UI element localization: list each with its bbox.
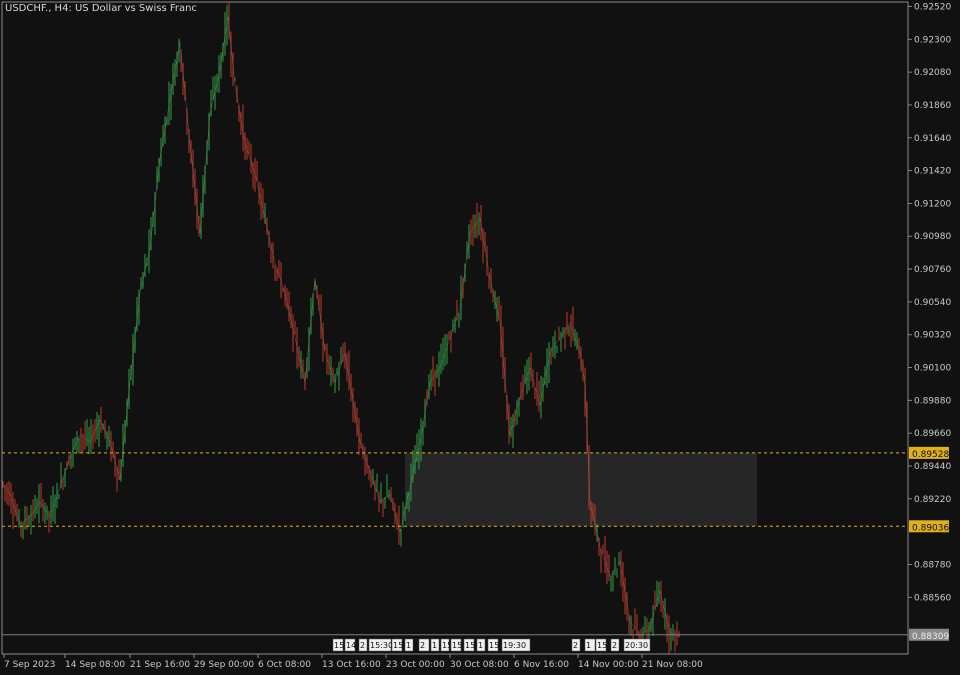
event-marker-label: 15 bbox=[465, 641, 475, 650]
x-tick-label: 29 Sep 00:00 bbox=[194, 660, 254, 670]
y-tick-label: 0.90100 bbox=[914, 364, 951, 374]
level-label: 0.89036 bbox=[912, 523, 949, 533]
event-marker-label: 2 bbox=[360, 641, 365, 650]
price-line bbox=[0, 16, 681, 637]
x-tick-label: 13 Oct 16:00 bbox=[322, 660, 381, 670]
x-tick-label: 23 Oct 00:00 bbox=[386, 660, 445, 670]
event-marker-label: 2 bbox=[612, 641, 617, 650]
x-tick-label: 14 Sep 08:00 bbox=[65, 660, 125, 670]
event-marker-label: 2 bbox=[573, 641, 578, 650]
event-marker-label: 1 bbox=[478, 641, 483, 650]
x-tick-label: 14 Nov 00:00 bbox=[578, 660, 639, 670]
x-tick-label: 30 Oct 08:00 bbox=[450, 660, 509, 670]
y-tick-label: 0.89880 bbox=[914, 396, 951, 406]
x-tick-label: 7 Sep 2023 bbox=[4, 660, 55, 670]
event-marker-label: 15 bbox=[442, 641, 452, 650]
event-marker-label: 1 bbox=[586, 641, 591, 650]
y-tick-label: 0.89660 bbox=[914, 429, 951, 439]
x-tick-label: 21 Sep 16:00 bbox=[130, 660, 190, 670]
price-chart[interactable]: 0.89528 0.89036 0.88309 0.92520 0.92300 0.920… bbox=[0, 0, 960, 675]
y-tick-label: 0.92300 bbox=[914, 35, 951, 45]
level-label: 0.89528 bbox=[912, 450, 949, 460]
y-tick-label: 0.91640 bbox=[914, 134, 951, 144]
event-marker-label: 20:30 bbox=[625, 641, 648, 650]
y-tick-label: 0.90760 bbox=[914, 265, 951, 275]
x-tick-label: 21 Nov 08:00 bbox=[642, 660, 703, 670]
y-tick-label: 0.90980 bbox=[914, 232, 951, 242]
event-marker-label: 15 bbox=[489, 641, 499, 650]
event-marker-label: 15 bbox=[452, 641, 462, 650]
current-price-label: 0.88309 bbox=[912, 632, 949, 642]
x-tick-label: 6 Oct 08:00 bbox=[258, 660, 311, 670]
supply-demand-zone bbox=[405, 452, 757, 527]
event-marker-label: 15 bbox=[393, 641, 403, 650]
y-tick-label: 0.91200 bbox=[914, 199, 951, 209]
y-tick-label: 0.91420 bbox=[914, 167, 951, 177]
y-tick-label: 0.91860 bbox=[914, 101, 951, 111]
y-tick-label: 0.92080 bbox=[914, 68, 951, 78]
x-tick-label: 6 Nov 16:00 bbox=[514, 660, 569, 670]
event-marker-label: 1 bbox=[432, 641, 437, 650]
event-marker-label: 14 bbox=[346, 641, 356, 650]
y-tick-label: 0.90320 bbox=[914, 331, 951, 341]
y-tick-label: 0.89220 bbox=[914, 495, 951, 505]
event-marker-label: 15 bbox=[597, 641, 607, 650]
event-marker-label: 1 bbox=[406, 641, 411, 650]
event-marker-label: 19:30 bbox=[503, 641, 526, 650]
event-marker-label: 15:30 bbox=[370, 641, 393, 650]
y-tick-label: 0.90540 bbox=[914, 298, 951, 308]
y-tick-label: 0.88780 bbox=[914, 560, 951, 570]
y-tick-label: 0.88560 bbox=[914, 593, 951, 603]
event-marker-label: 2 bbox=[420, 641, 425, 650]
y-tick-label: 0.92520 bbox=[914, 2, 951, 12]
y-tick-label: 0.89440 bbox=[914, 462, 951, 472]
event-marker-label: 15 bbox=[334, 641, 344, 650]
